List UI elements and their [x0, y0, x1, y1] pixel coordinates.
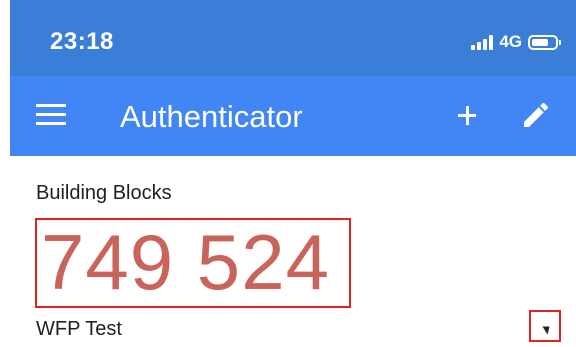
timer-icon	[542, 322, 550, 335]
screen: 23:18 4G Authenticator Building Blocks 7…	[10, 0, 576, 347]
timer-highlight	[529, 310, 561, 342]
add-icon[interactable]	[450, 98, 484, 132]
network-label: 4G	[499, 32, 522, 51]
code-highlight: 749 524	[35, 218, 351, 308]
status-bar: 23:18 4G	[10, 0, 576, 76]
app-title: Authenticator	[120, 99, 303, 134]
account-name: WFP Test	[36, 318, 122, 340]
signal-icon	[471, 34, 495, 50]
account-list: Building Blocks 749 524 WFP Test	[10, 156, 576, 347]
edit-icon[interactable]	[520, 99, 552, 131]
status-time: 23:18	[50, 28, 114, 55]
otp-code[interactable]: 749 524	[41, 212, 330, 312]
app-bar: Authenticator	[10, 76, 576, 156]
battery-icon	[528, 34, 561, 50]
menu-icon[interactable]	[36, 104, 66, 126]
status-indicators: 4G	[471, 32, 561, 52]
account-issuer: Building Blocks	[36, 182, 172, 204]
